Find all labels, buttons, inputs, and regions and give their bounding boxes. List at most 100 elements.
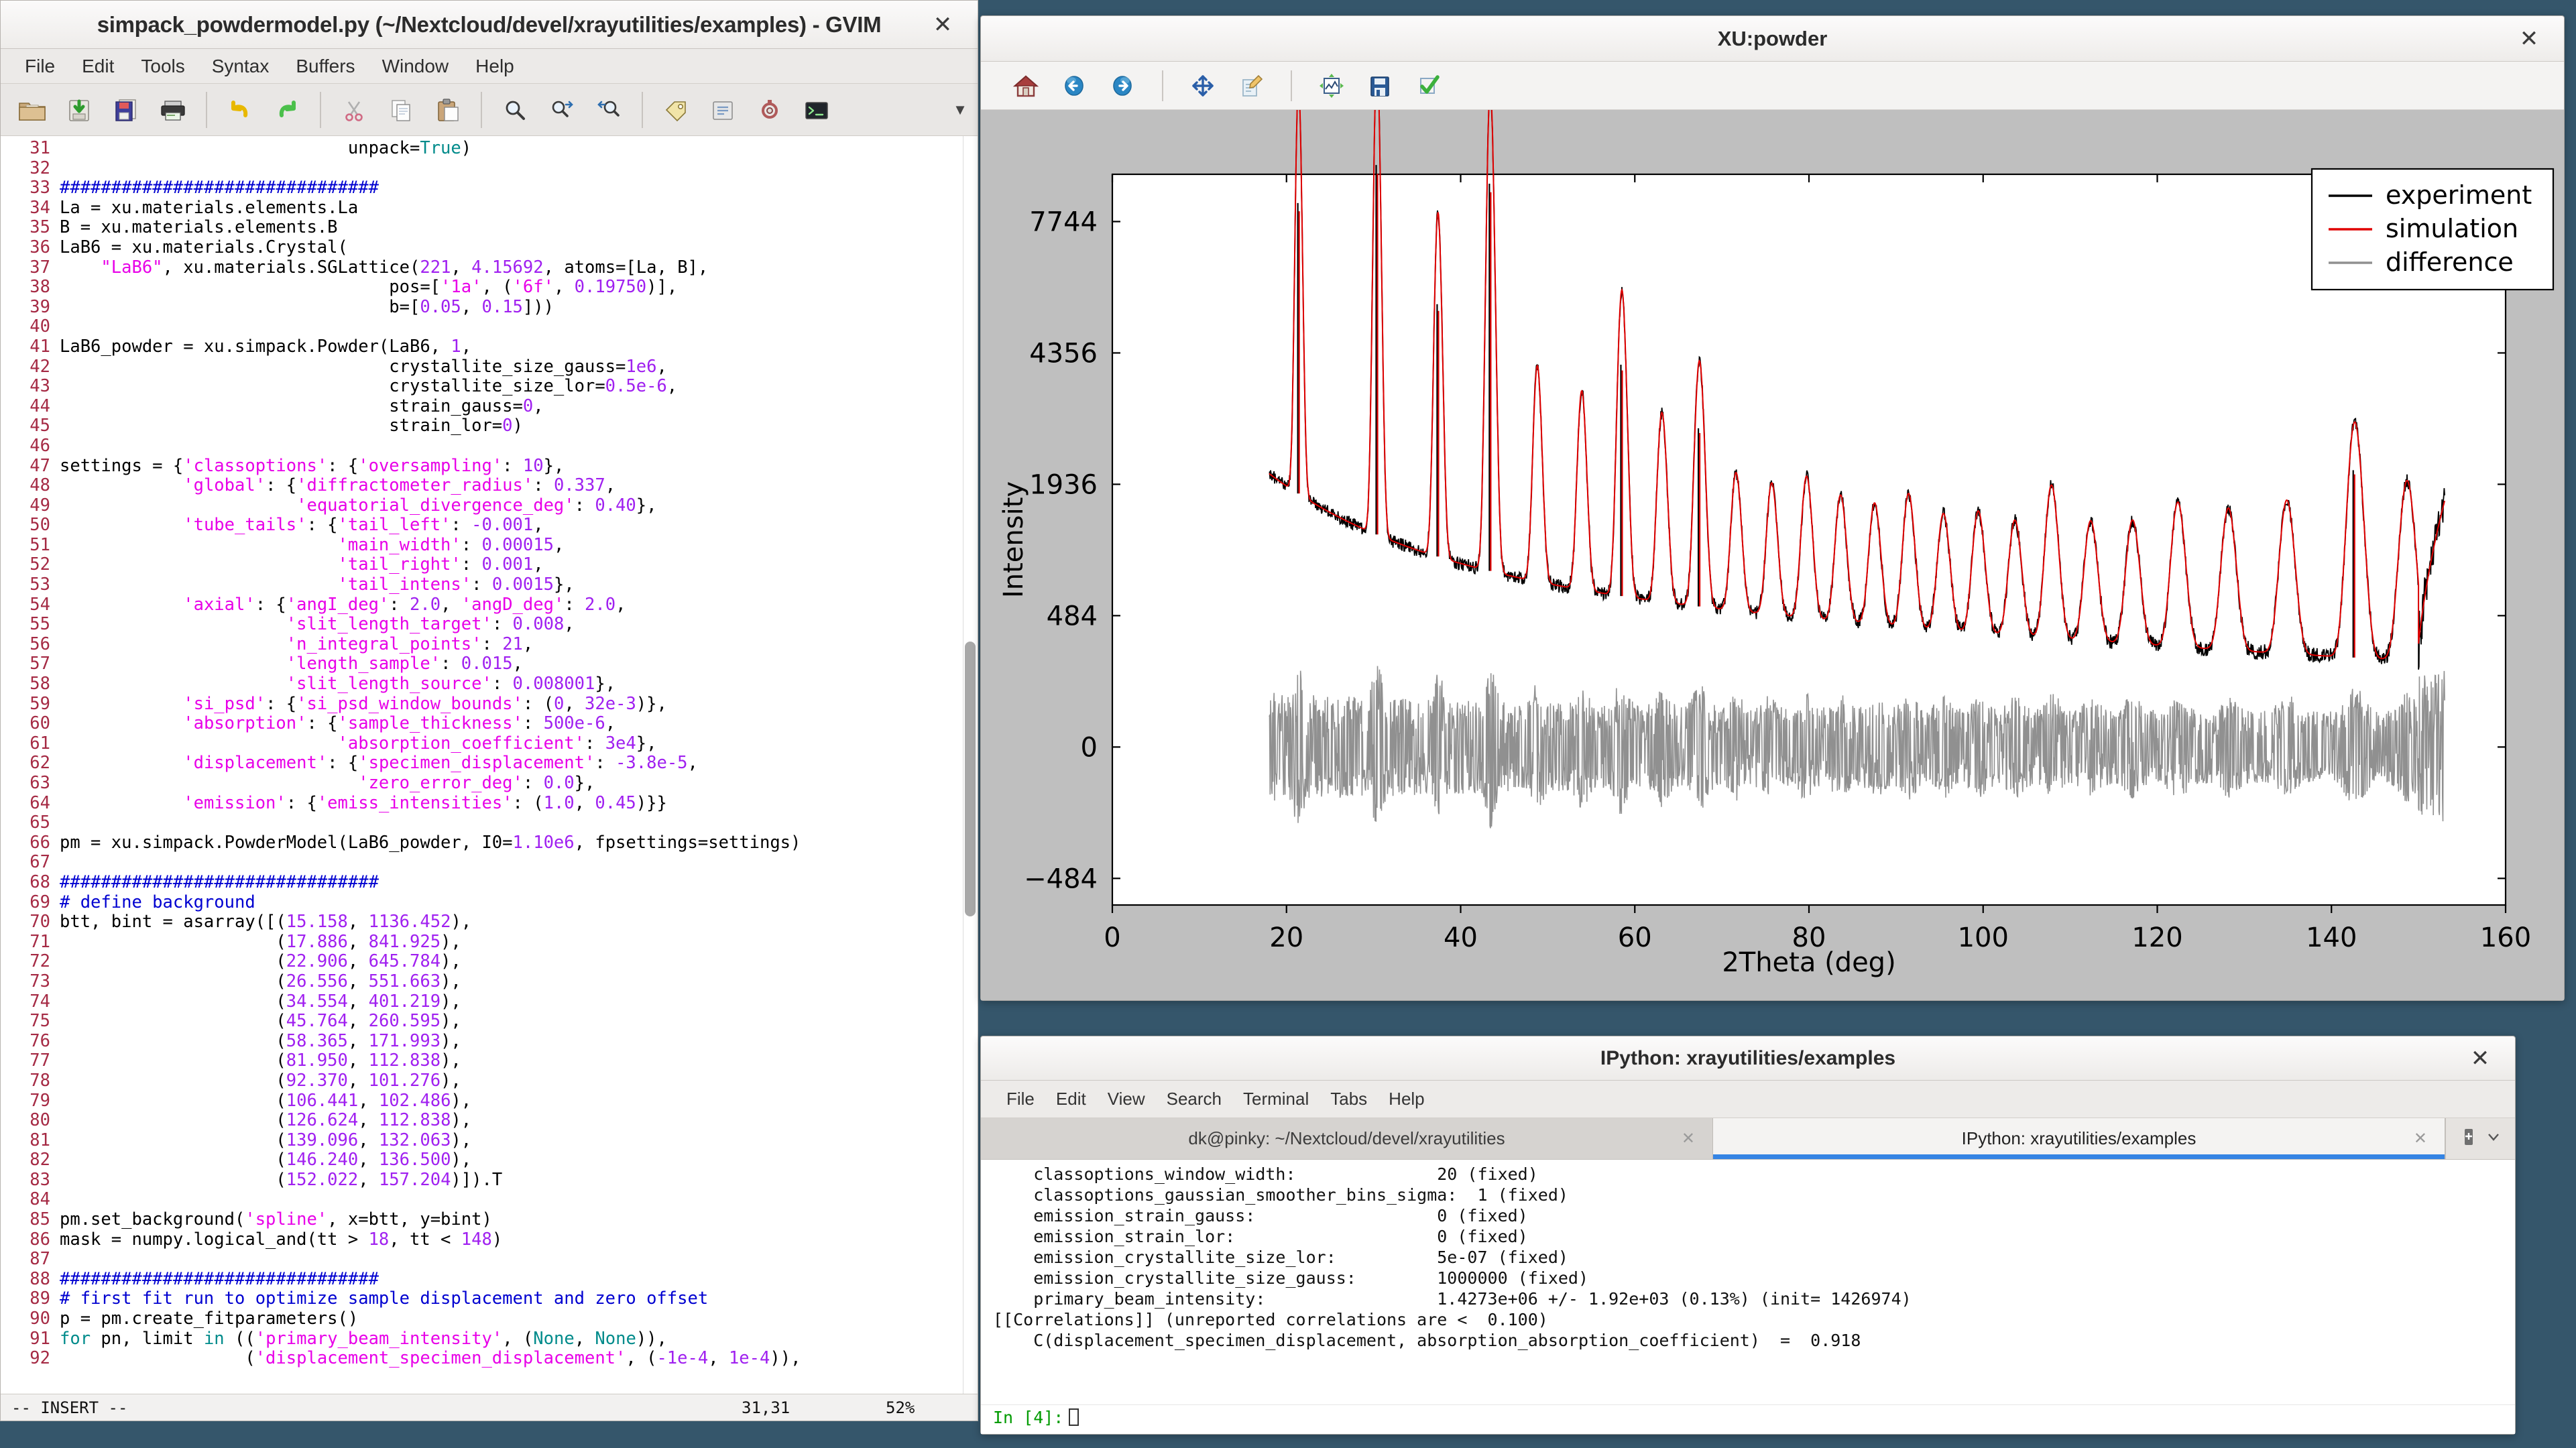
line-number: 46 bbox=[30, 435, 50, 456]
code-line: 68 ############################### bbox=[1, 872, 963, 893]
code-line: 40 bbox=[1, 317, 963, 337]
save-all-icon[interactable] bbox=[104, 90, 148, 130]
save-icon[interactable] bbox=[57, 90, 101, 130]
configure-subplots-icon[interactable] bbox=[1311, 66, 1352, 105]
copy-icon[interactable] bbox=[379, 90, 423, 130]
toolbar-separator bbox=[1291, 70, 1292, 101]
menu-tools[interactable]: Tools bbox=[127, 53, 198, 80]
terminal-window: IPython: xrayutilities/examples ✕ File E… bbox=[980, 1036, 2516, 1435]
gvim-code-area[interactable]: 31 unpack=True) 32 33 #####################… bbox=[1, 136, 978, 1394]
line-number: 82 bbox=[30, 1150, 50, 1170]
find-prev-icon[interactable] bbox=[587, 90, 631, 130]
find-icon[interactable] bbox=[493, 90, 537, 130]
code-line: 38 pos=['1a', ('6f', 0.19750)], bbox=[1, 277, 963, 298]
powder-plot-window: XU:powder ✕ 0 20 40 60 80 100 120 140 16… bbox=[980, 15, 2565, 1001]
new-tab-icon[interactable] bbox=[2461, 1127, 2477, 1150]
code-line: 66 pm = xu.simpack.PowderModel(LaB6_powde… bbox=[1, 833, 963, 853]
menu-edit[interactable]: Edit bbox=[68, 53, 127, 80]
save-figure-icon[interactable] bbox=[1359, 66, 1401, 105]
gvim-scroll-thumb[interactable] bbox=[965, 642, 976, 916]
terminal-tab-tools bbox=[2445, 1118, 2515, 1159]
gvim-vertical-scrollbar[interactable] bbox=[963, 136, 978, 1394]
code-line: 31 unpack=True) bbox=[1, 138, 963, 159]
make-icon[interactable] bbox=[748, 90, 792, 130]
code-line: 60 'absorption': {'sample_thickness': 50… bbox=[1, 713, 963, 734]
gvim-close-button[interactable]: ✕ bbox=[929, 11, 956, 38]
code-line: 59 'si_psd': {'si_psd_window_bounds': (0… bbox=[1, 694, 963, 715]
code-line: 69 # define background bbox=[1, 892, 963, 913]
undo-icon[interactable] bbox=[218, 90, 262, 130]
code-line: 58 'slit_length_source': 0.008001}, bbox=[1, 674, 963, 695]
menu-edit[interactable]: Edit bbox=[1045, 1087, 1097, 1111]
find-next-icon[interactable] bbox=[540, 90, 584, 130]
line-number: 41 bbox=[30, 336, 50, 357]
terminal-tab-shell[interactable]: dk@pinky: ~/Nextcloud/devel/xrayutilitie… bbox=[981, 1118, 1713, 1159]
code-line: 57 'length_sample': 0.015, bbox=[1, 654, 963, 674]
code-line: 71 (17.886, 841.925), bbox=[1, 932, 963, 953]
shell-icon[interactable] bbox=[795, 90, 839, 130]
line-number: 89 bbox=[30, 1288, 50, 1309]
home-icon[interactable] bbox=[1005, 66, 1047, 105]
line-number: 86 bbox=[30, 1229, 50, 1250]
menu-file[interactable]: File bbox=[996, 1087, 1045, 1111]
terminal-line: classoptions_gaussian_smoother_bins_sigm… bbox=[993, 1185, 1568, 1205]
build-icon[interactable] bbox=[701, 90, 745, 130]
code-line: 83 (152.022, 157.204)]).T bbox=[1, 1170, 963, 1191]
code-line: 37 "LaB6", xu.materials.SGLattice(221, 4… bbox=[1, 257, 963, 278]
close-icon[interactable]: ✕ bbox=[2414, 1129, 2427, 1148]
menu-tabs[interactable]: Tabs bbox=[1320, 1087, 1378, 1111]
y-tick-label: 484 bbox=[1047, 601, 1098, 631]
menu-buffers[interactable]: Buffers bbox=[282, 53, 368, 80]
terminal-output[interactable]: classoptions_window_width: 20 (fixed) cl… bbox=[981, 1160, 2515, 1404]
open-folder-icon[interactable] bbox=[10, 90, 54, 130]
source-code-text[interactable]: 31 unpack=True) 32 33 #####################… bbox=[1, 136, 963, 1394]
terminal-line: [[Correlations]] (unreported correlation… bbox=[993, 1310, 1548, 1329]
ipython-prompt: In [4]: bbox=[993, 1408, 1064, 1427]
redo-icon[interactable] bbox=[265, 90, 309, 130]
menu-syntax[interactable]: Syntax bbox=[198, 53, 283, 80]
text-cursor bbox=[1069, 1408, 1079, 1426]
back-arrow-icon[interactable] bbox=[1053, 66, 1095, 105]
cut-icon[interactable] bbox=[332, 90, 376, 130]
code-line: 47 settings = {'classoptions': {'oversamp… bbox=[1, 456, 963, 477]
overflow-icon[interactable]: ▼ bbox=[947, 90, 974, 130]
tag-jump-icon[interactable] bbox=[654, 90, 698, 130]
powder-close-button[interactable]: ✕ bbox=[2516, 25, 2542, 52]
terminal-tab-ipython[interactable]: IPython: xrayutilities/examples ✕ bbox=[1713, 1118, 2445, 1159]
forward-arrow-icon[interactable] bbox=[1102, 66, 1143, 105]
line-number: 37 bbox=[30, 257, 50, 278]
tab-list-chevron-icon[interactable] bbox=[2486, 1130, 2501, 1148]
menu-window[interactable]: Window bbox=[369, 53, 463, 80]
powder-diffraction-chart[interactable]: 0 20 40 60 80 100 120 140 160 −484 0 484 1936 4356 774… bbox=[981, 110, 2564, 1000]
code-line: 35 B = xu.materials.elements.B bbox=[1, 218, 963, 238]
pan-move-icon[interactable] bbox=[1182, 66, 1224, 105]
menu-view[interactable]: View bbox=[1097, 1087, 1156, 1111]
paste-icon[interactable] bbox=[426, 90, 470, 130]
menu-help[interactable]: Help bbox=[1378, 1087, 1435, 1111]
close-icon[interactable]: ✕ bbox=[1682, 1129, 1695, 1148]
menu-terminal[interactable]: Terminal bbox=[1232, 1087, 1320, 1111]
print-icon[interactable] bbox=[151, 90, 195, 130]
line-number: 84 bbox=[30, 1189, 50, 1210]
gvim-window-title: simpack_powdermodel.py (~/Nextcloud/deve… bbox=[97, 11, 882, 37]
menu-file[interactable]: File bbox=[11, 53, 68, 80]
menu-search[interactable]: Search bbox=[1156, 1087, 1232, 1111]
terminal-line: emission_crystallite_size_gauss: 1000000… bbox=[993, 1268, 1589, 1288]
line-number: 65 bbox=[30, 812, 50, 833]
code-line: 74 (34.554, 401.219), bbox=[1, 991, 963, 1012]
terminal-prompt-line[interactable]: In [4]: bbox=[981, 1404, 2515, 1434]
code-line: 81 (139.096, 132.063), bbox=[1, 1130, 963, 1151]
code-line: 61 'absorption_coefficient': 3e4}, bbox=[1, 733, 963, 754]
line-number: 72 bbox=[30, 951, 50, 972]
file-percent: 52% bbox=[886, 1398, 915, 1417]
zoom-rect-icon[interactable] bbox=[1230, 66, 1272, 105]
menu-help[interactable]: Help bbox=[462, 53, 528, 80]
line-number: 35 bbox=[30, 217, 50, 238]
terminal-line: emission_strain_lor: 0 (fixed) bbox=[993, 1227, 1528, 1246]
line-number: 58 bbox=[30, 674, 50, 695]
code-line: 88 ############################### bbox=[1, 1269, 963, 1290]
line-number: 81 bbox=[30, 1130, 50, 1150]
check-icon[interactable] bbox=[1407, 66, 1449, 105]
code-line: 53 'tail_intens': 0.0015}, bbox=[1, 575, 963, 595]
terminal-close-button[interactable]: ✕ bbox=[2467, 1045, 2494, 1072]
